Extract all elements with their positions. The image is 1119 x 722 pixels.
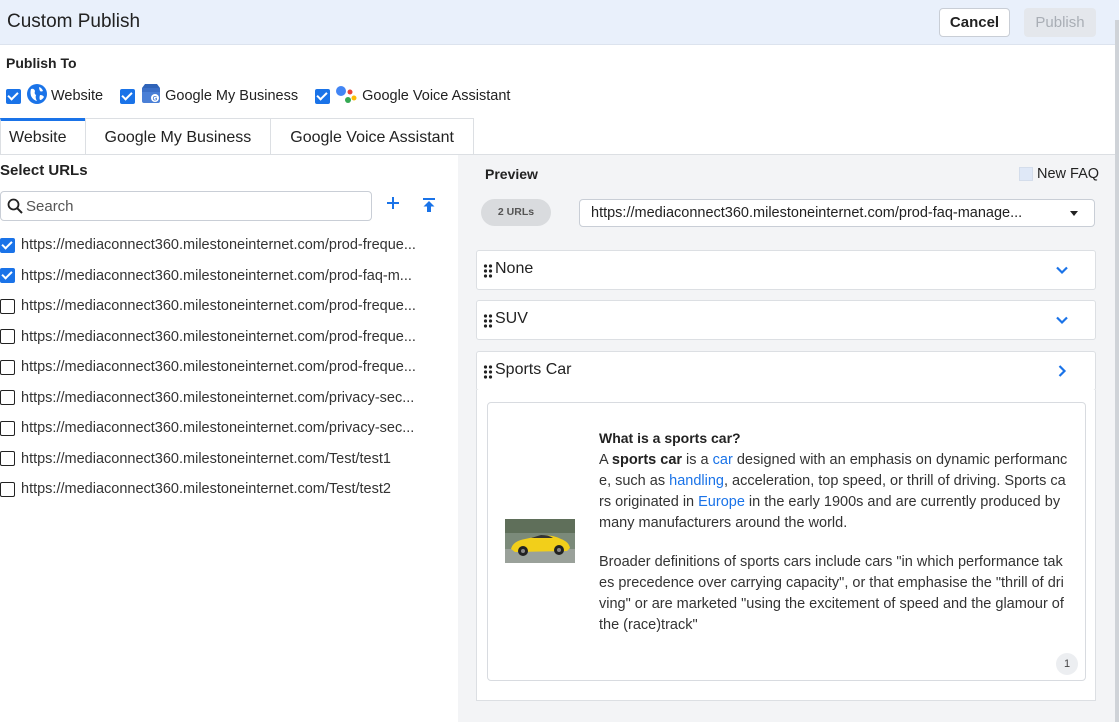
europe-link[interactable]: Europe [698, 494, 745, 510]
caret-down-icon [1070, 211, 1078, 216]
target-google-my-business[interactable]: G Google My Business [120, 83, 298, 109]
google-assistant-icon [335, 83, 359, 109]
add-url-icon[interactable] [385, 195, 405, 215]
url-checkbox[interactable] [0, 237, 15, 253]
url-item[interactable]: https://mediaconnect360.milestoneinterne… [0, 322, 440, 353]
section-label: None [495, 260, 534, 277]
url-checkbox[interactable] [0, 420, 15, 436]
globe-icon [26, 83, 48, 109]
google-my-business-icon: G [140, 83, 162, 109]
search-box [0, 191, 372, 221]
url-item[interactable]: https://mediaconnect360.milestoneinterne… [0, 444, 440, 475]
select-urls-title: Select URLs [0, 162, 88, 179]
drag-handle-icon[interactable] [483, 365, 493, 384]
svg-text:G: G [153, 97, 158, 103]
url-text: https://mediaconnect360.milestoneinterne… [21, 237, 416, 254]
target-label: Google My Business [165, 88, 299, 104]
url-item[interactable]: https://mediaconnect360.milestoneinterne… [0, 261, 440, 292]
url-list: https://mediaconnect360.milestoneinterne… [0, 230, 440, 505]
dialog-header: Custom Publish Cancel Publish [0, 0, 1119, 45]
url-text: https://mediaconnect360.milestoneinterne… [21, 481, 391, 498]
answer-text: A [599, 452, 612, 468]
section-none[interactable]: None [476, 250, 1096, 290]
url-checkbox[interactable] [0, 329, 15, 345]
target-label: Google Voice Assistant [362, 88, 511, 104]
handling-link[interactable]: handling [669, 473, 724, 489]
url-checkbox[interactable] [0, 298, 15, 314]
page-number-badge[interactable]: 1 [1056, 653, 1078, 675]
faq-card [487, 402, 1086, 681]
chevron-down-icon[interactable] [1055, 263, 1069, 282]
url-count-badge: 2 URLs [481, 199, 551, 226]
new-faq-checkbox[interactable] [1019, 167, 1033, 181]
vertical-scrollbar[interactable] [1115, 20, 1119, 722]
section-label: Sports Car [495, 361, 572, 378]
url-checkbox[interactable] [0, 359, 15, 375]
faq-answer-second: Broader definitions of sports cars inclu… [599, 554, 1064, 633]
new-faq-toggle[interactable]: New FAQ [1019, 166, 1099, 182]
url-checkbox[interactable] [0, 451, 15, 467]
url-checkbox[interactable] [0, 268, 15, 284]
chevron-right-icon[interactable] [1055, 364, 1069, 383]
gmb-checkbox[interactable] [120, 88, 136, 104]
search-input[interactable] [26, 197, 356, 215]
preview-label: Preview [485, 166, 538, 182]
drag-handle-icon[interactable] [483, 264, 493, 283]
url-text: https://mediaconnect360.milestoneinterne… [21, 328, 416, 345]
url-text: https://mediaconnect360.milestoneinterne… [21, 420, 415, 437]
url-item[interactable]: https://mediaconnect360.milestoneinterne… [0, 474, 440, 505]
publish-to-label: Publish To [6, 55, 77, 71]
faq-question: What is a sports car? [599, 430, 741, 446]
upload-icon[interactable] [420, 196, 438, 219]
publish-targets: Website G Google My Business Google Voic… [6, 84, 527, 108]
dialog-title: Custom Publish [7, 11, 141, 32]
target-google-voice-assistant[interactable]: Google Voice Assistant [315, 83, 510, 109]
url-item[interactable]: https://mediaconnect360.milestoneinterne… [0, 230, 440, 261]
url-text: https://mediaconnect360.milestoneinterne… [21, 267, 412, 284]
search-icon [7, 198, 23, 214]
tab-website[interactable]: Website [0, 118, 86, 155]
answer-bold: sports car [611, 452, 683, 468]
faq-answer: A sports car is a car designed with an e… [599, 450, 1069, 534]
url-item[interactable]: https://mediaconnect360.milestoneinterne… [0, 291, 440, 322]
tab-google-voice-assistant[interactable]: Google Voice Assistant [270, 118, 474, 155]
tab-google-my-business[interactable]: Google My Business [84, 118, 272, 155]
section-sports-car[interactable]: Sports Car [476, 351, 1096, 391]
url-checkbox[interactable] [0, 481, 15, 497]
url-text: https://mediaconnect360.milestoneinterne… [21, 298, 416, 315]
cancel-button[interactable]: Cancel [939, 8, 1010, 37]
url-item[interactable]: https://mediaconnect360.milestoneinterne… [0, 383, 440, 414]
section-suv[interactable]: SUV [476, 300, 1096, 340]
tab-bar: Website Google My Business Google Voice … [0, 118, 474, 155]
gva-checkbox[interactable] [315, 88, 331, 104]
url-select[interactable]: https://mediaconnect360.milestoneinterne… [579, 199, 1095, 227]
target-website[interactable]: Website [6, 83, 103, 109]
selected-url: https://mediaconnect360.milestoneinterne… [591, 205, 1023, 221]
publish-button[interactable]: Publish [1024, 8, 1096, 37]
sports-car-image [505, 519, 575, 563]
answer-text: is a [682, 452, 713, 468]
url-text: https://mediaconnect360.milestoneinterne… [21, 389, 415, 406]
drag-handle-icon[interactable] [483, 314, 493, 333]
url-text: https://mediaconnect360.milestoneinterne… [21, 450, 391, 467]
url-item[interactable]: https://mediaconnect360.milestoneinterne… [0, 352, 440, 383]
new-faq-label: New FAQ [1037, 166, 1100, 182]
target-label: Website [51, 88, 104, 104]
url-text: https://mediaconnect360.milestoneinterne… [21, 359, 416, 376]
chevron-down-icon[interactable] [1055, 313, 1069, 332]
section-label: SUV [495, 310, 528, 327]
car-link[interactable]: car [713, 452, 733, 468]
website-checkbox[interactable] [6, 88, 21, 104]
url-item[interactable]: https://mediaconnect360.milestoneinterne… [0, 413, 440, 444]
url-checkbox[interactable] [0, 390, 15, 406]
